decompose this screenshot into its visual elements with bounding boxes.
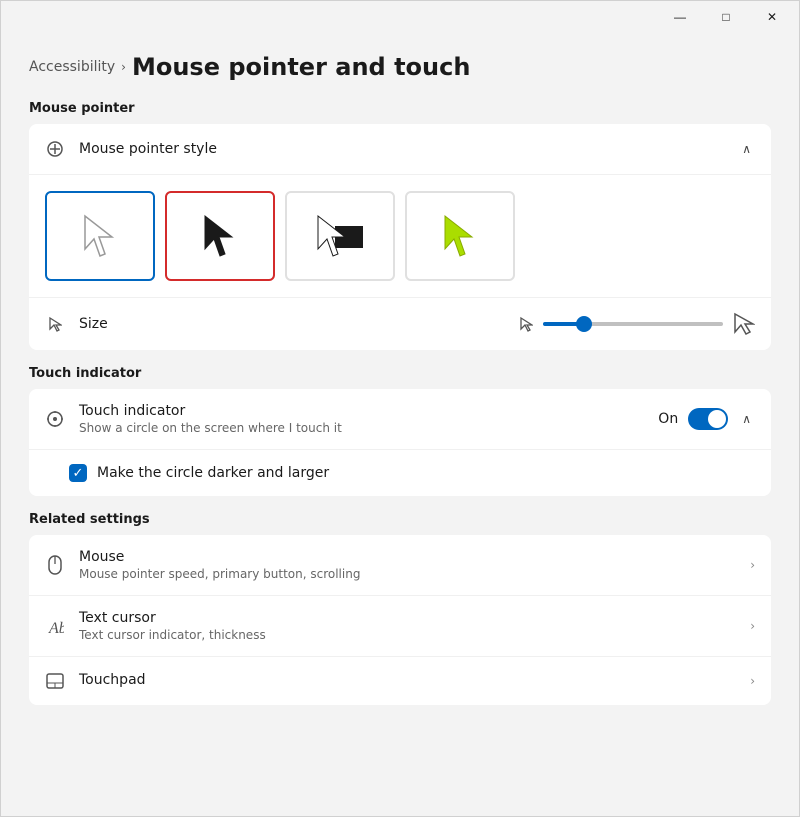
settings-window: — □ ✕ Accessibility › Mouse pointer and … (0, 0, 800, 817)
touch-indicator-section-label: Touch indicator (29, 366, 771, 381)
svg-text:Ab: Ab (48, 620, 64, 636)
related-mouse-row[interactable]: Mouse Mouse pointer speed, primary butto… (29, 535, 771, 596)
checkbox-check-icon: ✓ (73, 466, 84, 481)
size-controls (519, 312, 755, 336)
pointer-option-inverted[interactable] (285, 191, 395, 281)
touch-indicator-controls: On ∧ (658, 408, 755, 430)
mouse-subtitle: Mouse pointer speed, primary button, scr… (79, 567, 736, 581)
touch-indicator-collapse-button[interactable]: ∧ (738, 408, 755, 430)
minimize-button[interactable]: — (657, 1, 703, 33)
cursor-small-icon (519, 316, 533, 332)
breadcrumb-current: Mouse pointer and touch (132, 53, 470, 81)
darker-circle-label: Make the circle darker and larger (97, 465, 329, 481)
mouse-pointer-style-icon (45, 139, 65, 159)
cursor-size-small-icon (45, 314, 65, 334)
main-content: Accessibility › Mouse pointer and touch … (1, 33, 799, 816)
touch-indicator-icon (45, 409, 65, 429)
toggle-on-label: On (658, 411, 678, 427)
pointer-option-color[interactable] (405, 191, 515, 281)
maximize-button[interactable]: □ (703, 1, 749, 33)
related-touchpad-row[interactable]: Touchpad › (29, 657, 771, 705)
pointer-options-container (29, 175, 771, 298)
cursor-large-icon (733, 312, 755, 336)
title-bar: — □ ✕ (1, 1, 799, 33)
text-cursor-icon: Ab (45, 616, 65, 636)
mouse-icon (45, 555, 65, 575)
related-settings-section-label: Related settings (29, 512, 771, 527)
touch-indicator-subtitle: Show a circle on the screen where I touc… (79, 421, 644, 435)
breadcrumb: Accessibility › Mouse pointer and touch (29, 53, 771, 81)
touchpad-icon (45, 671, 65, 691)
pointer-option-black[interactable] (165, 191, 275, 281)
touchpad-info: Touchpad (79, 672, 736, 690)
pointer-style-collapse-button[interactable]: ∧ (738, 138, 755, 160)
touch-indicator-header: Touch indicator Show a circle on the scr… (29, 389, 771, 450)
darker-circle-checkbox[interactable]: ✓ (69, 464, 87, 482)
mouse-title: Mouse (79, 549, 736, 565)
checkbox-row: ✓ Make the circle darker and larger (29, 450, 771, 496)
toggle-thumb (708, 410, 726, 428)
mouse-info: Mouse Mouse pointer speed, primary butto… (79, 549, 736, 581)
breadcrumb-chevron-icon: › (121, 60, 126, 74)
text-cursor-chevron-icon: › (750, 619, 755, 633)
touchpad-title: Touchpad (79, 672, 736, 688)
text-cursor-info: Text cursor Text cursor indicator, thick… (79, 610, 736, 642)
close-button[interactable]: ✕ (749, 1, 795, 33)
touch-indicator-toggle[interactable] (688, 408, 728, 430)
pointer-style-label: Mouse pointer style (79, 141, 724, 157)
touch-indicator-info: Touch indicator Show a circle on the scr… (79, 403, 644, 435)
touch-indicator-title: Touch indicator (79, 403, 644, 419)
related-settings-card: Mouse Mouse pointer speed, primary butto… (29, 535, 771, 705)
size-row: Size (29, 298, 771, 350)
size-label: Size (79, 316, 108, 332)
size-slider[interactable] (543, 322, 723, 326)
text-cursor-subtitle: Text cursor indicator, thickness (79, 628, 736, 642)
related-text-cursor-row[interactable]: Ab Text cursor Text cursor indicator, th… (29, 596, 771, 657)
touch-indicator-card: Touch indicator Show a circle on the scr… (29, 389, 771, 496)
pointer-option-white[interactable] (45, 191, 155, 281)
text-cursor-title: Text cursor (79, 610, 736, 626)
mouse-pointer-section-label: Mouse pointer (29, 101, 771, 116)
mouse-chevron-icon: › (750, 558, 755, 572)
mouse-pointer-card: Mouse pointer style ∧ (29, 124, 771, 350)
mouse-pointer-style-header: Mouse pointer style ∧ (29, 124, 771, 175)
breadcrumb-parent[interactable]: Accessibility (29, 59, 115, 75)
touchpad-chevron-icon: › (750, 674, 755, 688)
